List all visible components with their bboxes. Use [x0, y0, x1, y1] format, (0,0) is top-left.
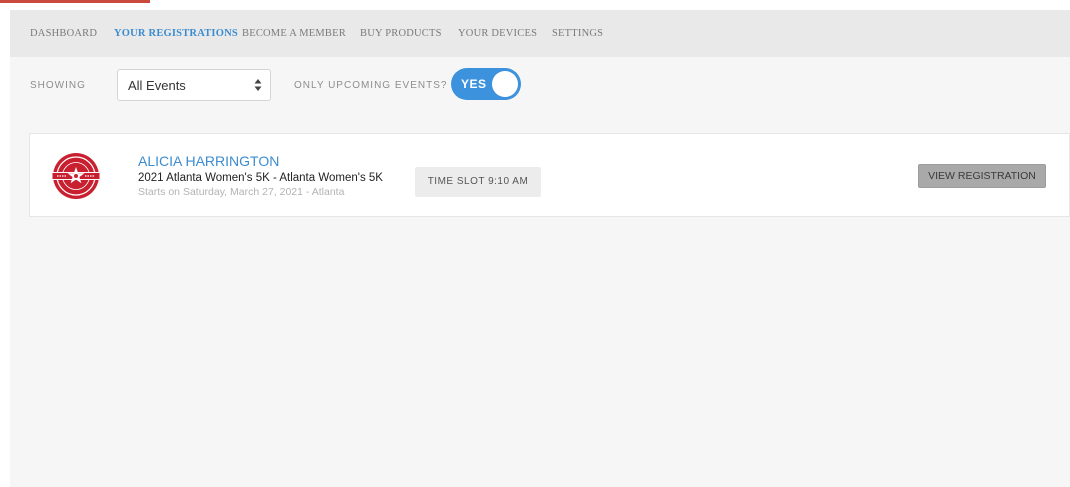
registration-card: ALICIA HARRINGTON 2021 Atlanta Women's 5…	[29, 133, 1070, 217]
view-registration-button[interactable]: VIEW REGISTRATION	[918, 164, 1046, 188]
event-filter-value: All Events	[128, 78, 186, 93]
event-logo-icon	[51, 153, 101, 199]
upcoming-events-toggle[interactable]: YES	[451, 68, 521, 100]
nav-your-registrations[interactable]: YOUR REGISTRATIONS	[114, 28, 238, 39]
nav-become-a-member[interactable]: BECOME A MEMBER	[242, 28, 346, 39]
main-nav: DASHBOARD YOUR REGISTRATIONS BECOME A ME…	[10, 10, 1070, 57]
nav-buy-products[interactable]: BUY PRODUCTS	[360, 28, 442, 39]
event-name: 2021 Atlanta Women's 5K - Atlanta Women'…	[138, 172, 383, 184]
nav-dashboard[interactable]: DASHBOARD	[30, 28, 97, 39]
time-slot-badge: TIME SLOT 9:10 AM	[415, 167, 541, 197]
toggle-knob	[492, 71, 518, 97]
top-accent-bar	[0, 0, 150, 3]
nav-settings[interactable]: SETTINGS	[552, 28, 603, 39]
participant-name[interactable]: ALICIA HARRINGTON	[138, 153, 279, 169]
showing-label: SHOWING	[30, 80, 86, 91]
upcoming-events-label: ONLY UPCOMING EVENTS?	[294, 80, 448, 91]
toggle-state-text: YES	[461, 77, 487, 91]
event-filter-select[interactable]: All Events	[117, 69, 271, 101]
select-arrows-icon	[254, 79, 262, 91]
main-content: SHOWING All Events ONLY UPCOMING EVENTS?…	[10, 57, 1070, 487]
nav-your-devices[interactable]: YOUR DEVICES	[458, 28, 537, 39]
event-start-date: Starts on Saturday, March 27, 2021 - Atl…	[138, 186, 345, 198]
